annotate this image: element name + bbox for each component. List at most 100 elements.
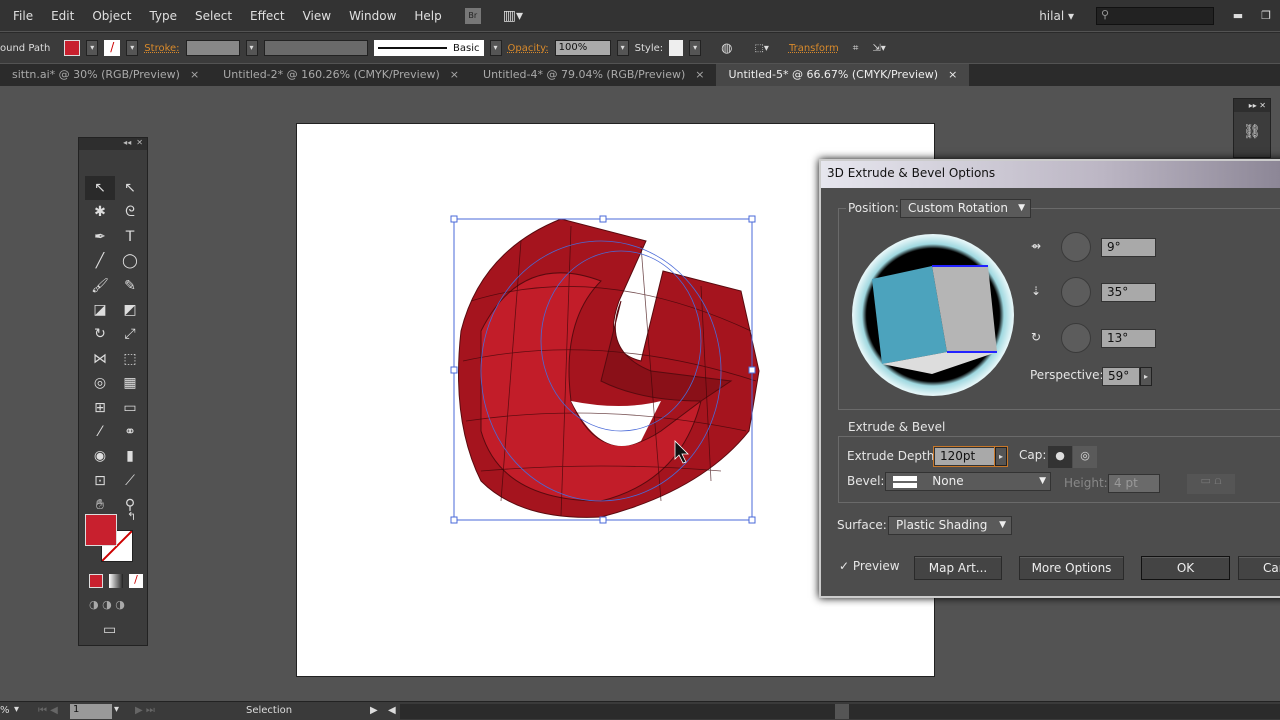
width-tool-icon[interactable]: ⋈ [85,347,115,371]
fill-swatch[interactable] [64,40,81,56]
magic-wand-tool-icon[interactable]: ✱ [85,200,115,224]
next-last-artboard[interactable]: ▶ ⏭ [135,705,155,716]
artboard-tool-icon[interactable]: ⊡ [85,469,115,493]
style-dropdown[interactable]: ▾ [689,40,702,56]
search-input[interactable]: ⚲ [1096,6,1214,25]
lasso-tool-icon[interactable]: ᘓ [115,200,145,224]
opacity-label[interactable]: Opacity: [508,43,549,54]
z-rotation-field[interactable]: 13° [1101,329,1156,348]
stroke-swatch[interactable]: / [104,40,121,56]
rotation-trackball[interactable] [852,234,1014,396]
brush-dropdown[interactable]: ▾ [489,40,502,56]
paintbrush-tool-icon[interactable]: 🖌︎ [85,274,115,298]
extrude-depth-field[interactable]: 120pt [933,446,997,467]
line-tool-icon[interactable]: ╱ [85,249,115,273]
perspective-slider-button[interactable]: ▸ [1140,367,1152,386]
panel-menu-icon[interactable]: ⇲▾ [872,43,885,54]
menu-select[interactable]: Select [186,9,241,23]
eraser-tool-icon[interactable]: ◩ [115,298,145,322]
fill-color-swatch[interactable] [85,514,117,546]
first-prev-artboard[interactable]: ⏮ ◀ [38,705,58,716]
restore-button[interactable]: ❐ [1252,9,1280,22]
selection-tool-icon[interactable]: ↖ [85,176,115,201]
rotate-tool-icon[interactable]: ↻ [85,322,115,346]
transform-label[interactable]: Transform [789,43,839,54]
scale-tool-icon[interactable]: ⤢ [115,322,145,346]
menu-type[interactable]: Type [140,9,186,23]
surface-select[interactable]: Plastic Shading ▼ [888,516,1012,535]
tab-untitled-2[interactable]: Untitled-2* @ 160.26% (CMYK/Preview) × [211,64,471,86]
dialog-title[interactable]: 3D Extrude & Bevel Options [821,161,1280,188]
perspective-grid-tool-icon[interactable]: ▦ [115,371,145,395]
pen-tool-icon[interactable]: ✒ [85,225,115,249]
fill-dropdown[interactable]: ▾ [86,40,99,56]
brush-definition[interactable]: Basic [373,40,484,56]
swap-colors-icon[interactable]: ↰ [127,510,136,523]
opacity-field[interactable]: 100% [554,40,611,56]
perspective-field[interactable]: 59° [1102,367,1140,386]
bevel-select[interactable]: None ▼ [885,472,1051,491]
cap-on-button[interactable]: ● [1048,446,1072,468]
more-options-button[interactable]: More Options [1019,556,1124,580]
tab-sittn[interactable]: sittn.ai* @ 30% (RGB/Preview) × [0,64,211,86]
menu-view[interactable]: View [294,9,340,23]
screen-mode-icon[interactable]: ▭ [103,622,116,638]
close-icon[interactable]: × [948,68,957,81]
stroke-label[interactable]: Stroke: [144,43,179,54]
link-icon[interactable]: ⛓ [1234,124,1270,140]
ellipse-tool-icon[interactable]: ◯ [115,249,145,273]
blend-tool-icon[interactable]: ⚭ [115,420,145,444]
artboard-number-field[interactable]: 1 [70,704,112,719]
close-icon[interactable]: × [450,68,459,81]
column-graph-tool-icon[interactable]: ▮ [115,444,145,468]
stroke-weight-field[interactable] [185,40,240,56]
preview-checkbox[interactable]: ✓ Preview [839,559,900,573]
workspace-user[interactable]: hilal ▾ [1039,9,1074,23]
menu-window[interactable]: Window [340,9,405,23]
variable-width-field[interactable] [263,40,368,56]
gradient-mode-icon[interactable] [109,574,123,588]
menu-object[interactable]: Object [83,9,140,23]
menu-effect[interactable]: Effect [241,9,294,23]
bevel-direction-buttons[interactable]: ▭ ⩍ [1187,474,1235,494]
opacity-dropdown[interactable]: ▾ [616,40,629,56]
extrude-depth-slider-button[interactable]: ▸ [994,446,1008,467]
blob-brush-tool-icon[interactable]: ◪ [85,298,115,322]
stroke-dropdown[interactable]: ▾ [126,40,139,56]
zoom-dropdown[interactable]: ▾ [14,704,19,715]
scroll-left-arrow[interactable]: ◀ [388,705,396,716]
minimize-button[interactable]: ▬ [1224,9,1252,22]
tab-untitled-4[interactable]: Untitled-4* @ 79.04% (RGB/Preview) × [471,64,716,86]
z-rotation-dial[interactable] [1061,323,1091,353]
bridge-icon[interactable]: Br [464,7,481,24]
close-icon[interactable]: × [190,68,199,81]
tools-panel-header[interactable]: ◂◂ ✕ [79,138,147,150]
tab-untitled-5[interactable]: Untitled-5* @ 66.67% (CMYK/Preview) × [716,64,970,86]
horizontal-scrollbar[interactable] [400,704,1280,719]
symbol-sprayer-tool-icon[interactable]: ◉ [85,444,115,468]
y-rotation-dial[interactable] [1061,277,1091,307]
menu-file[interactable]: File [4,9,42,23]
type-tool-icon[interactable]: T [115,225,145,249]
x-rotation-field[interactable]: 9° [1101,238,1156,257]
align-icon[interactable]: ⬚▾ [754,43,768,54]
direct-selection-tool-icon[interactable]: ↖ [115,176,145,200]
free-transform-tool-icon[interactable]: ⬚ [115,347,145,371]
zoom-level[interactable]: % [0,705,10,716]
style-swatch[interactable] [669,40,684,56]
draw-mode-icons[interactable]: ◑ ◑ ◑ [89,598,125,611]
panel-header[interactable]: ▸▸ ✕ [1234,99,1270,112]
mesh-tool-icon[interactable]: ⊞ [85,396,115,420]
none-mode-icon[interactable]: / [129,574,143,588]
ok-button[interactable]: OK [1141,556,1230,580]
cancel-button[interactable]: Car [1238,556,1280,580]
close-icon[interactable]: × [695,68,704,81]
shape-builder-tool-icon[interactable]: ◎ [85,371,115,395]
pencil-tool-icon[interactable]: ✎ [115,274,145,298]
status-menu-arrow[interactable]: ▶ [370,705,378,716]
slice-tool-icon[interactable]: ⟋ [115,469,145,493]
artboard-dropdown[interactable]: ▾ [114,704,119,715]
y-rotation-field[interactable]: 35° [1101,283,1156,302]
menu-help[interactable]: Help [405,9,450,23]
eyedropper-tool-icon[interactable]: ⁄ [85,420,115,444]
